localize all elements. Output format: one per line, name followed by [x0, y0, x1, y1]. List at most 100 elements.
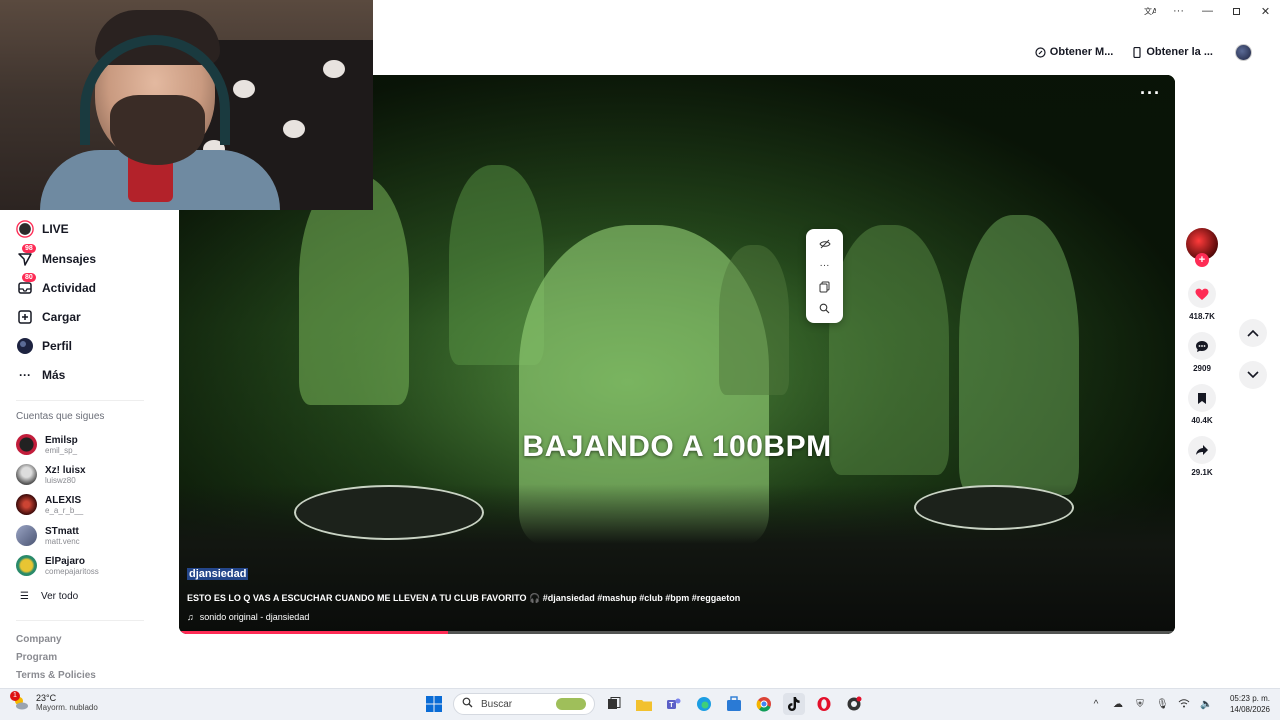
see-all-label: Ver todo	[40, 591, 79, 602]
clock-time: 05:23 p. m.	[1229, 694, 1270, 703]
next-video-button[interactable]	[1239, 361, 1267, 389]
list-icon: ☰	[20, 591, 29, 602]
share-arrow-icon	[1188, 436, 1216, 464]
sidebar-item-more[interactable]: ··· Más	[16, 366, 65, 384]
footer-link-terms[interactable]: Terms & Policies	[16, 670, 96, 681]
following-item[interactable]: STmatt matt.venc	[16, 525, 80, 546]
taskbar-search[interactable]: Buscar	[453, 693, 595, 715]
chevron-up-icon[interactable]: ^	[1090, 699, 1102, 710]
avatar	[16, 434, 37, 455]
taskbar-clock[interactable]: 05:23 p. m. 14/08/2026	[1230, 693, 1270, 715]
wifi-icon[interactable]	[1178, 698, 1190, 711]
sidebar-item-profile[interactable]: Perfil	[16, 337, 72, 355]
following-item[interactable]: Emilsp emil_sp_	[16, 434, 78, 455]
previous-video-button[interactable]	[1239, 319, 1267, 347]
store-icon[interactable]	[723, 693, 745, 715]
following-item[interactable]: Xz! luisx luiswz80	[16, 464, 86, 485]
task-view-icon[interactable]	[603, 693, 625, 715]
taskbar-search-placeholder: Buscar	[481, 698, 513, 710]
heart-icon	[1188, 280, 1216, 308]
system-tray: ^ ☁ ⛨ 🎙 🔈 05:23 p. m. 14/08/2026	[1090, 693, 1270, 715]
video-progress-bar[interactable]	[179, 631, 1175, 634]
bookmark-icon	[1188, 384, 1216, 412]
divider	[16, 620, 144, 621]
sidebar-item-activity[interactable]: 80 Actividad	[16, 273, 97, 297]
avatar	[16, 525, 37, 546]
copy-icon[interactable]	[818, 280, 832, 294]
crowd-figure	[719, 245, 789, 395]
following-item[interactable]: ElPajaro comepajaritoss	[16, 555, 99, 576]
sidebar-item-live[interactable]: LIVE	[16, 220, 69, 238]
sidebar-item-upload[interactable]: Cargar	[16, 308, 81, 326]
opera-gx-icon[interactable]	[843, 693, 865, 715]
video-sound-label: sonido original - djansiedad	[199, 612, 310, 622]
comment-button[interactable]: 2909	[1183, 332, 1221, 373]
following-name: STmatt	[45, 525, 79, 537]
chevron-down-icon	[1247, 371, 1259, 379]
get-app-button[interactable]: Obtener la ...	[1127, 42, 1217, 62]
more-icon: ···	[19, 368, 31, 382]
weather-description: Mayorm. nublado	[36, 703, 98, 712]
music-note-icon: ♫	[187, 612, 194, 622]
chrome-icon[interactable]	[753, 693, 775, 715]
hide-eye-icon[interactable]	[818, 237, 832, 251]
live-avatar-icon	[16, 220, 34, 238]
inbox-icon: 80	[16, 273, 36, 297]
tiktok-app-icon[interactable]	[783, 693, 805, 715]
divider	[16, 400, 144, 401]
video-more-icon[interactable]: ···	[1140, 83, 1161, 104]
opera-icon[interactable]	[813, 693, 835, 715]
following-username: luiswz80	[45, 475, 76, 485]
search-icon	[462, 697, 473, 711]
window-controls: 文A ··· — ✕	[1135, 0, 1280, 22]
following-item[interactable]: ALEXIS e_a_r_b__	[16, 494, 83, 515]
windows-start-icon[interactable]	[423, 693, 445, 715]
minimize-button[interactable]: —	[1193, 0, 1222, 22]
tiktok-window: 文A ··· — ✕ Obtener M... Obtener la ... ·…	[0, 0, 1280, 720]
turntable-right	[914, 485, 1074, 530]
video-author[interactable]: djansiedad	[187, 568, 249, 580]
sidebar-item-label: Mensajes	[42, 252, 97, 266]
teams-icon[interactable]: T	[663, 693, 685, 715]
network-cloud-icon[interactable]: ☁	[1112, 699, 1124, 710]
search-icon[interactable]	[818, 301, 832, 315]
see-all-button[interactable]: ☰ Ver todo	[20, 591, 78, 602]
header-actions: Obtener M... Obtener la ...	[1031, 42, 1252, 62]
clock-date: 14/08/2026	[1229, 705, 1270, 714]
following-name: Emilsp	[45, 434, 78, 446]
sidebar: LIVE 98 Mensajes 80 Actividad Cargar Per…	[0, 210, 179, 688]
edge-browser-icon[interactable]	[693, 693, 715, 715]
more-icon[interactable]: ···	[818, 258, 832, 272]
coin-icon	[1035, 46, 1046, 58]
weather-alert-badge: 1	[10, 691, 20, 701]
translate-icon[interactable]: 文A	[1135, 0, 1164, 22]
avatar	[16, 494, 37, 515]
sidebar-item-label: Actividad	[42, 281, 97, 295]
follow-plus-icon[interactable]: +	[1195, 253, 1209, 267]
save-button[interactable]: 40.4K	[1183, 384, 1221, 425]
weather-widget[interactable]: 1 23°C Mayorm. nublado	[10, 691, 98, 713]
svg-text:T: T	[669, 702, 674, 709]
get-coins-button[interactable]: Obtener M...	[1031, 42, 1118, 62]
svg-text:文A: 文A	[1144, 6, 1156, 16]
sidebar-item-label: LIVE	[42, 222, 69, 236]
taskbar-apps: Buscar T	[423, 693, 865, 715]
video-sound[interactable]: ♫ sonido original - djansiedad	[187, 612, 309, 622]
footer-link-company[interactable]: Company	[16, 634, 62, 645]
volume-icon[interactable]: 🔈	[1200, 699, 1212, 710]
more-icon[interactable]: ···	[1164, 0, 1193, 22]
like-button[interactable]: 418.7K	[1183, 280, 1221, 321]
security-icon[interactable]: ⛨	[1134, 699, 1146, 710]
file-explorer-icon[interactable]	[633, 693, 655, 715]
sidebar-item-messages[interactable]: 98 Mensajes	[16, 244, 97, 268]
maximize-button[interactable]	[1222, 0, 1251, 22]
share-button[interactable]: 29.1K	[1183, 436, 1221, 477]
close-button[interactable]: ✕	[1251, 0, 1280, 22]
following-username: e_a_r_b__	[45, 505, 84, 515]
following-name: ALEXIS	[45, 494, 82, 506]
save-count: 40.4K	[1191, 416, 1213, 425]
microphone-icon[interactable]: 🎙	[1156, 699, 1169, 710]
user-avatar[interactable]	[1235, 43, 1252, 61]
footer-link-program[interactable]: Program	[16, 652, 57, 663]
share-count: 29.1K	[1191, 468, 1213, 477]
